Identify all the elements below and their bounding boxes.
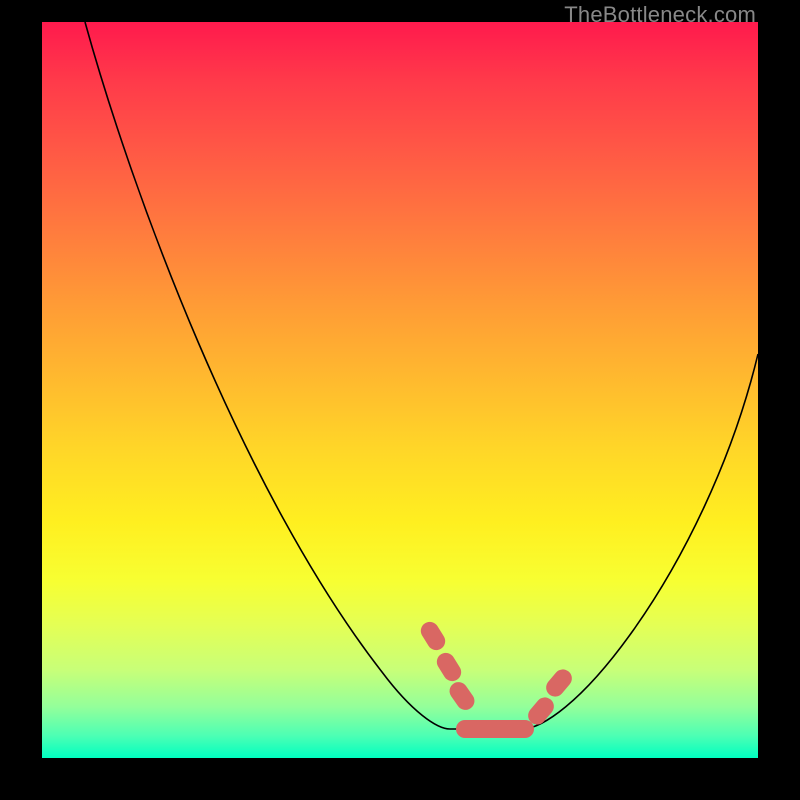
- curve-left-branch: [85, 22, 450, 729]
- chart-frame: [42, 22, 758, 758]
- blob-left-mid: [433, 650, 464, 685]
- bottleneck-curve: [42, 22, 758, 758]
- blob-left-upper: [417, 619, 448, 654]
- blob-left-lower: [446, 679, 478, 714]
- blob-right-upper: [542, 666, 575, 701]
- blob-bottom: [456, 720, 534, 738]
